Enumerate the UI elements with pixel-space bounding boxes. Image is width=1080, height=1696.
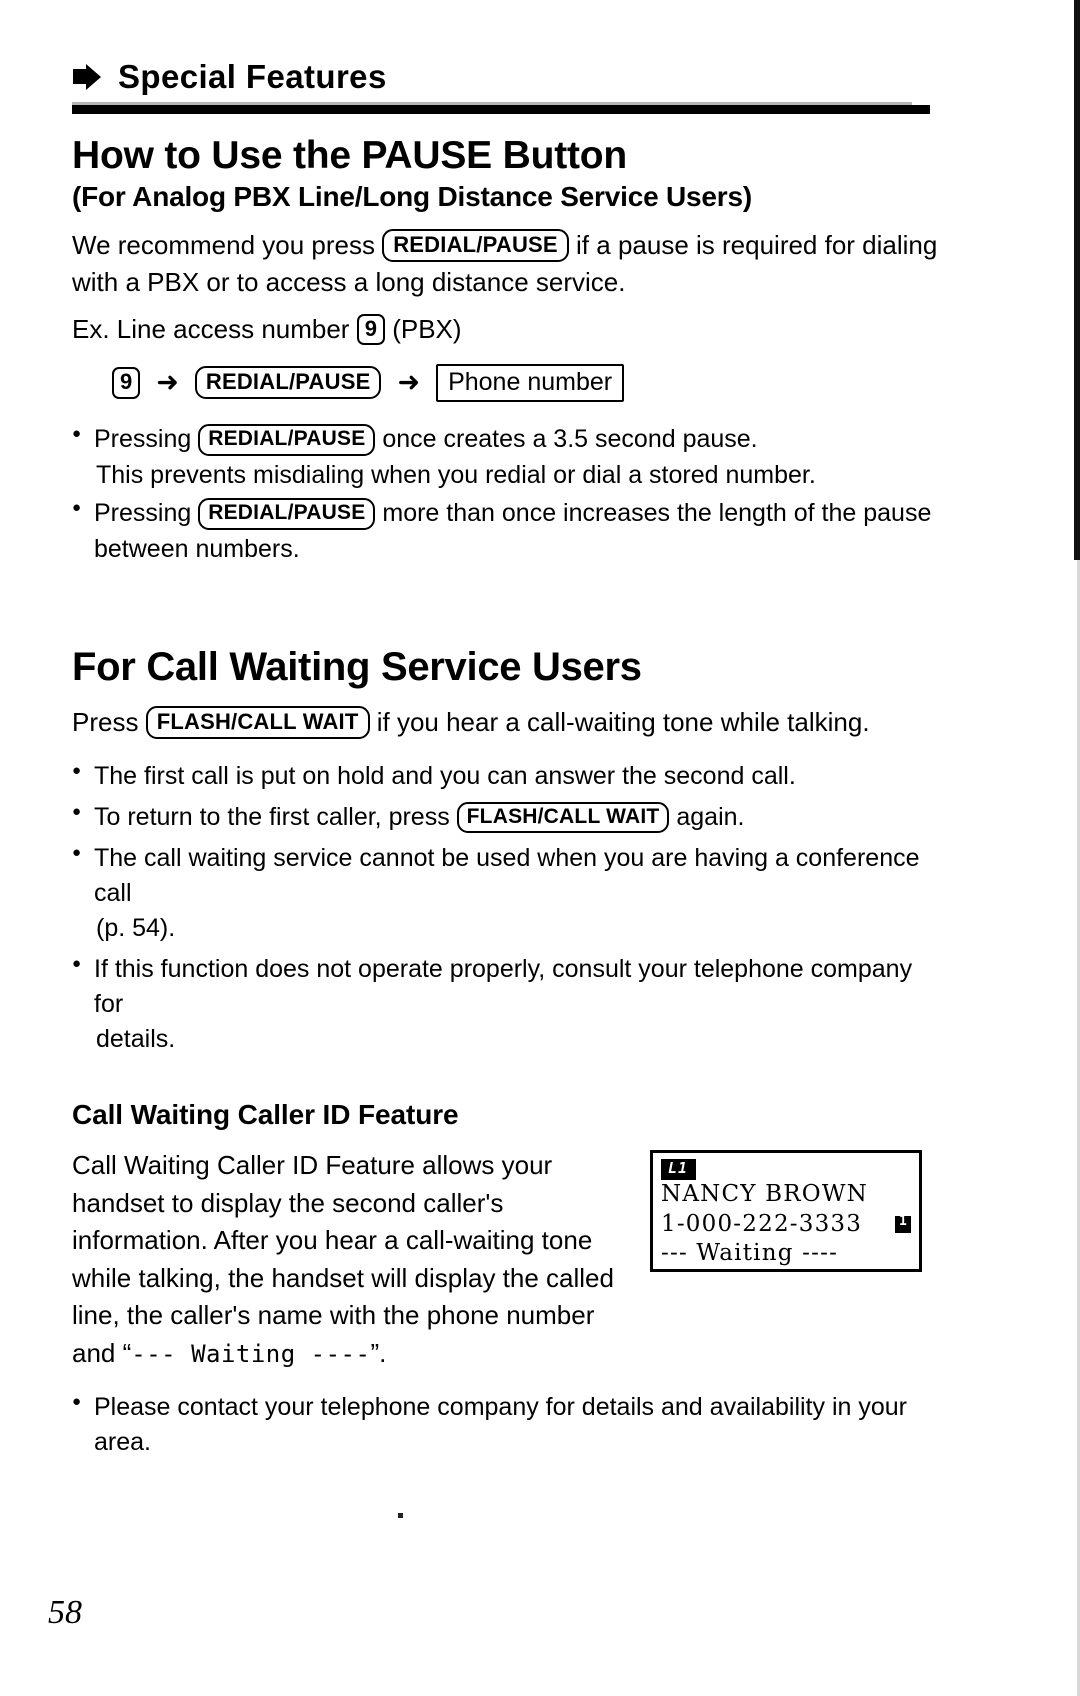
list-item: Pressing REDIAL/PAUSE once creates a 3.5…: [72, 422, 944, 493]
flow-arrow-right-icon-1: ➜: [156, 367, 179, 398]
section-heading-call-waiting: For Call Waiting Service Users: [72, 644, 642, 689]
right-arrow-icon: [73, 64, 101, 90]
bullet-continuation: details.: [96, 1025, 176, 1054]
list-item: Please contact your telephone company fo…: [72, 1390, 944, 1460]
scan-dot-artifact: [398, 1513, 403, 1518]
caller-id-waiting-literal: --- Waiting ----: [131, 1339, 371, 1368]
pause-flow-diagram: 9 ➜ REDIAL/PAUSE ➜ Phone number: [112, 363, 944, 405]
document-page: Special Features How to Use the PAUSE Bu…: [0, 0, 1080, 1696]
handset-lcd-display: L1 NANCY BROWN 1-000-222-3333 --- Waitin…: [650, 1150, 922, 1273]
key-redial-pause: REDIAL/PAUSE: [198, 424, 376, 456]
header-rule: [72, 102, 930, 114]
bullet-text: The call waiting service cannot be used …: [94, 844, 920, 908]
call-waiting-intro-paragraph: Press FLASH/CALL WAIT if you hear a call…: [72, 704, 944, 741]
flow-arrow-right-icon-2: ➜: [397, 367, 421, 398]
bullet-continuation: This prevents misdialing when you redial…: [96, 460, 816, 489]
line-1-marker-icon: [895, 1214, 911, 1234]
caller-id-text-part1: Call Waiting Caller ID Feature allows yo…: [72, 1150, 614, 1368]
lcd-caller-number: 1-000-222-3333: [661, 1210, 863, 1237]
bullet-continuation: (p. 54).: [96, 914, 176, 943]
running-header-title: Special Features: [118, 58, 387, 95]
bullet-text-after: once creates a 3.5 second pause.: [382, 425, 758, 454]
running-header: Special Features: [72, 58, 944, 96]
flow-key-redial-pause: REDIAL/PAUSE: [194, 366, 382, 400]
key-redial-pause: REDIAL/PAUSE: [198, 497, 376, 530]
cw-intro-after: if you hear a call-waiting tone while ta…: [376, 706, 870, 737]
bullet-text: The first call is put on hold and you ca…: [94, 761, 796, 790]
caller-id-text-part2: ”.: [370, 1337, 387, 1368]
section-heading-caller-id: Call Waiting Caller ID Feature: [72, 1099, 459, 1131]
lcd-badge-row: L1: [661, 1159, 911, 1180]
bullet-text: Please contact your telephone company fo…: [94, 1393, 907, 1457]
bullet-text-before: Pressing: [94, 425, 192, 454]
bullet-text-before: Pressing: [94, 498, 192, 527]
pause-intro-text-before: We recommend you press: [72, 229, 375, 260]
pause-intro-paragraph: We recommend you press REDIAL/PAUSE if a…: [72, 227, 944, 301]
pause-example-before: Ex. Line access number: [72, 313, 350, 344]
page-content: Special Features How to Use the PAUSE Bu…: [72, 0, 944, 1460]
key-digit-9: 9: [356, 313, 385, 346]
key-redial-pause: REDIAL/PAUSE: [382, 228, 569, 262]
flow-key-digit-9: 9: [112, 367, 141, 399]
pause-example-line: Ex. Line access number 9 (PBX): [72, 311, 944, 348]
status-badge: L1: [661, 1159, 697, 1180]
list-item: If this function does not operate proper…: [72, 952, 944, 1057]
caller-id-closing-list: Please contact your telephone company fo…: [72, 1390, 944, 1460]
caller-id-paragraph: Call Waiting Caller ID Feature allows yo…: [72, 1147, 632, 1372]
list-item: Pressing REDIAL/PAUSE more than once inc…: [72, 496, 944, 567]
key-flash-call-wait: FLASH/CALL WAIT: [456, 801, 670, 834]
section-heading-pause: How to Use the PAUSE Button: [72, 134, 628, 177]
list-item: To return to the first caller, press FLA…: [72, 800, 944, 836]
bullet-text-before: To return to the first caller, press: [94, 802, 450, 831]
scan-edge-artifact-dark: [1074, 0, 1080, 560]
bullet-text: If this function does not operate proper…: [94, 955, 913, 1019]
lcd-waiting-status: --- Waiting ----: [661, 1240, 839, 1267]
lcd-number-row: 1-000-222-3333: [661, 1210, 911, 1240]
list-item: The call waiting service cannot be used …: [72, 841, 944, 946]
section-subheading-pause: (For Analog PBX Line/Long Distance Servi…: [72, 180, 752, 212]
pause-bullet-list: Pressing REDIAL/PAUSE once creates a 3.5…: [72, 422, 944, 567]
flow-box-phone-number: Phone number: [436, 363, 625, 403]
cw-intro-before: Press: [72, 706, 139, 737]
list-item: The first call is put on hold and you ca…: [72, 759, 944, 794]
bullet-text-after: again.: [676, 802, 745, 831]
key-flash-call-wait: FLASH/CALL WAIT: [145, 705, 370, 739]
page-number: 58: [48, 1594, 82, 1631]
call-waiting-bullet-list: The first call is put on hold and you ca…: [72, 759, 944, 1058]
caller-id-feature-block: Call Waiting Caller ID Feature allows yo…: [72, 1147, 944, 1372]
pause-example-after: (PBX): [392, 313, 462, 344]
lcd-caller-name: NANCY BROWN: [661, 1180, 868, 1207]
